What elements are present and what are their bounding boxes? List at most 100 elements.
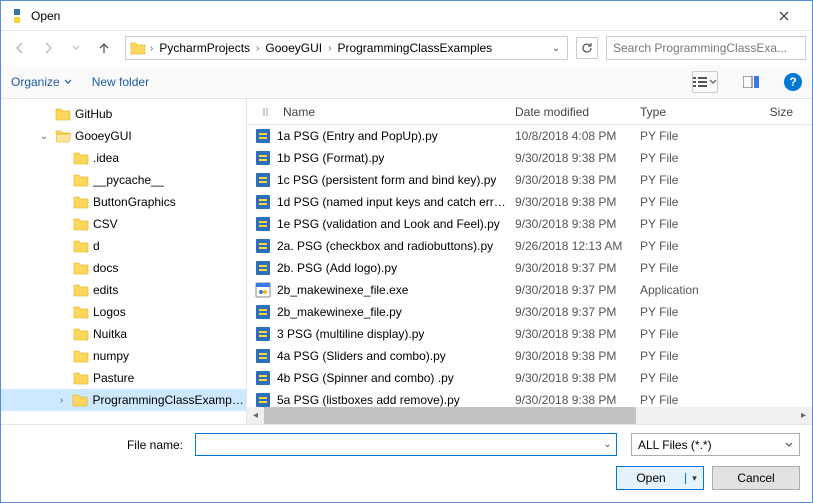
organize-label: Organize: [11, 75, 60, 89]
file-row[interactable]: 3 PSG (multiline display).py9/30/2018 9:…: [247, 323, 812, 345]
breadcrumb-separator[interactable]: ›: [148, 43, 155, 54]
arrow-right-icon: [41, 41, 55, 55]
file-date: 9/26/2018 12:13 AM: [507, 239, 632, 253]
file-name: 5a PSG (listboxes add remove).py: [277, 393, 460, 407]
file-row[interactable]: 1d PSG (named input keys and catch erro.…: [247, 191, 812, 213]
expander-icon[interactable]: [55, 195, 69, 209]
tree-item[interactable]: Nuitka: [1, 323, 246, 345]
cancel-button[interactable]: Cancel: [712, 466, 800, 490]
grip-icon: [263, 108, 279, 116]
column-size-header[interactable]: Size: [742, 105, 812, 119]
expander-icon[interactable]: [55, 327, 69, 341]
chevron-down-icon: [785, 442, 793, 448]
column-date-header[interactable]: Date modified: [507, 105, 632, 119]
file-row[interactable]: 1c PSG (persistent form and bind key).py…: [247, 169, 812, 191]
tree-item[interactable]: __pycache__: [1, 169, 246, 191]
file-row[interactable]: 4a PSG (Sliders and combo).py9/30/2018 9…: [247, 345, 812, 367]
preview-pane-button[interactable]: [738, 71, 764, 93]
breadcrumb-item[interactable]: GooeyGUI: [263, 41, 324, 55]
open-dialog-window: Open › PycharmProjects › GooeyGUI › Prog…: [0, 0, 813, 503]
folder-icon: [73, 282, 89, 298]
file-date: 9/30/2018 9:38 PM: [507, 173, 632, 187]
file-row[interactable]: 1e PSG (validation and Look and Feel).py…: [247, 213, 812, 235]
scroll-right-arrow[interactable]: ▸: [795, 407, 812, 424]
expander-icon[interactable]: [37, 107, 51, 121]
horizontal-scrollbar[interactable]: ◂ ▸: [247, 407, 812, 424]
new-folder-button[interactable]: New folder: [92, 75, 149, 89]
tree-item-label: Nuitka: [93, 327, 127, 341]
tree-item[interactable]: d: [1, 235, 246, 257]
py-file-icon: [255, 172, 271, 188]
expander-icon[interactable]: [55, 371, 69, 385]
tree-item[interactable]: ⌄GooeyGUI: [1, 125, 246, 147]
column-name-header[interactable]: Name: [247, 105, 507, 119]
open-split-dropdown[interactable]: ▾: [685, 473, 703, 484]
column-type-header[interactable]: Type: [632, 105, 742, 119]
refresh-button[interactable]: [576, 37, 598, 59]
tree-item[interactable]: GitHub: [1, 103, 246, 125]
expander-icon[interactable]: [55, 217, 69, 231]
filename-combobox[interactable]: ⌄: [195, 433, 617, 456]
file-list[interactable]: 1a PSG (Entry and PopUp).py10/8/2018 4:0…: [247, 125, 812, 407]
path-history-dropdown[interactable]: ⌄: [549, 43, 563, 54]
tree-item-label: Logos: [93, 305, 126, 319]
expander-icon[interactable]: [55, 349, 69, 363]
expander-icon[interactable]: [55, 305, 69, 319]
folder-icon: [73, 370, 89, 386]
py-file-icon: [255, 216, 271, 232]
file-type-filter[interactable]: ALL Files (*.*): [631, 433, 800, 456]
tree-item[interactable]: edits: [1, 279, 246, 301]
expander-icon[interactable]: [55, 151, 69, 165]
view-mode-button[interactable]: [692, 71, 718, 93]
file-row[interactable]: 4b PSG (Spinner and combo) .py9/30/2018 …: [247, 367, 812, 389]
breadcrumb-item[interactable]: PycharmProjects: [157, 41, 252, 55]
file-name: 4a PSG (Sliders and combo).py: [277, 349, 446, 363]
file-row[interactable]: 5a PSG (listboxes add remove).py9/30/201…: [247, 389, 812, 407]
organize-button[interactable]: Organize: [11, 75, 72, 89]
tree-item[interactable]: ButtonGraphics: [1, 191, 246, 213]
expander-icon[interactable]: ›: [55, 393, 69, 407]
breadcrumb-item[interactable]: ProgrammingClassExamples: [335, 41, 494, 55]
forward-button[interactable]: [35, 35, 61, 61]
file-row[interactable]: 2b_makewinexe_file.exe9/30/2018 9:37 PMA…: [247, 279, 812, 301]
tree-item[interactable]: Logos: [1, 301, 246, 323]
filename-input[interactable]: [196, 434, 598, 455]
recent-dropdown[interactable]: [63, 35, 89, 61]
tree-item[interactable]: numpy: [1, 345, 246, 367]
folder-icon: [73, 216, 89, 232]
file-type: PY File: [632, 393, 742, 407]
tree-item-label: numpy: [93, 349, 129, 363]
expander-icon[interactable]: ⌄: [37, 129, 51, 143]
tree-item[interactable]: .idea: [1, 147, 246, 169]
expander-icon[interactable]: [55, 173, 69, 187]
folder-tree[interactable]: GitHub⌄GooeyGUI.idea__pycache__ButtonGra…: [1, 99, 247, 424]
close-button[interactable]: [764, 2, 804, 30]
breadcrumb-separator[interactable]: ›: [326, 43, 333, 54]
tree-item[interactable]: Pasture: [1, 367, 246, 389]
filename-label: File name:: [13, 438, 187, 452]
expander-icon[interactable]: [55, 239, 69, 253]
filename-history-dropdown[interactable]: ⌄: [598, 434, 616, 455]
tree-item[interactable]: docs: [1, 257, 246, 279]
breadcrumb-path[interactable]: › PycharmProjects › GooeyGUI › Programmi…: [125, 36, 568, 60]
up-button[interactable]: [91, 35, 117, 61]
expander-icon[interactable]: [55, 283, 69, 297]
file-row[interactable]: 2a. PSG (checkbox and radiobuttons).py9/…: [247, 235, 812, 257]
scroll-left-arrow[interactable]: ◂: [247, 407, 264, 424]
search-input[interactable]: Search ProgrammingClassExa...: [606, 36, 806, 60]
breadcrumb-separator[interactable]: ›: [254, 43, 261, 54]
file-type: PY File: [632, 173, 742, 187]
list-view-icon: [693, 76, 707, 88]
expander-icon[interactable]: [55, 261, 69, 275]
file-row[interactable]: 1b PSG (Format).py9/30/2018 9:38 PMPY Fi…: [247, 147, 812, 169]
tree-item[interactable]: CSV: [1, 213, 246, 235]
file-row[interactable]: 2b_makewinexe_file.py9/30/2018 9:37 PMPY…: [247, 301, 812, 323]
back-button[interactable]: [7, 35, 33, 61]
tree-item-label: d: [93, 239, 100, 253]
file-row[interactable]: 1a PSG (Entry and PopUp).py10/8/2018 4:0…: [247, 125, 812, 147]
open-button[interactable]: Open ▾: [616, 466, 704, 490]
help-button[interactable]: ?: [784, 73, 802, 91]
file-row[interactable]: 2b. PSG (Add logo).py9/30/2018 9:37 PMPY…: [247, 257, 812, 279]
file-list-panel: Name Date modified Type Size 1a PSG (Ent…: [247, 99, 812, 424]
tree-item[interactable]: ›ProgrammingClassExamples: [1, 389, 246, 411]
